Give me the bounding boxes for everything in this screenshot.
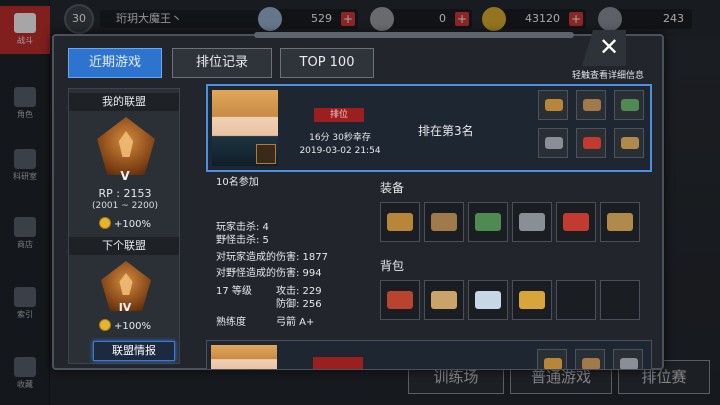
bonus-value: +100% [114,321,151,332]
laptop-icon [614,90,644,120]
modal-handle [254,32,574,38]
character-avatar [212,90,278,166]
crossbow-icon [538,90,568,120]
alliance-panel: 我的联盟 V RP : 2153 (2001 ~ 2200) +100% 下个联… [68,88,180,364]
mode-badge [313,357,363,369]
match-history-modal: 近期游戏 排位记录 TOP 100 轻触查看详细信息 我的联盟 V RP : 2… [52,32,664,370]
tab-rank-record[interactable]: 排位记录 [172,48,272,78]
red-gloves-icon[interactable] [556,202,596,242]
next-alliance-bonus: +100% [69,319,181,332]
fish-icon[interactable] [424,280,464,320]
empty-slot[interactable] [556,280,596,320]
game-screen: 战斗 角色 科研室 商店 索引 收藏 30 珩玥大魔王丶 529 + 0 + 4… [0,0,720,405]
tab-top-100[interactable]: TOP 100 [280,48,374,78]
backpack-title: 背包 [380,259,405,273]
empty-slot[interactable] [600,280,640,320]
survival-time: 16分 30秒幸存 [309,133,371,143]
crossbow-icon [537,349,567,369]
boots-icon [575,349,605,369]
defense-stat: 防御: 256 [276,299,322,310]
match-rank: 排在第3名 [418,124,474,138]
match-card[interactable]: 排位 16分 30秒幸存 2019-03-02 21:54 排在第3名 [206,84,652,172]
box-icon[interactable] [600,202,640,242]
flame-icon [119,273,133,295]
player-damage: 对玩家造成的伤害: 1877 [216,252,328,263]
flame-icon [118,131,134,157]
boots-icon [576,90,606,120]
coin-icon [99,217,112,229]
participants-count: 10名参加 [216,177,259,188]
match-date: 2019-03-02 21:54 [299,146,381,156]
coin-icon [99,319,112,331]
match-card[interactable] [206,340,652,370]
proficiency-value: 弓箭 A+ [276,317,315,328]
knife-icon[interactable] [512,202,552,242]
red-gloves-icon [576,128,606,158]
bonus-value: +100% [114,219,151,230]
rp-value: RP : 2153 [98,187,152,200]
water-icon[interactable] [468,280,508,320]
box-icon [614,128,644,158]
knife-icon [613,349,643,369]
alliance-info-button[interactable]: 联盟情报 [93,341,175,361]
proficiency-label: 熟练度 [216,317,246,328]
character-level: 17 等级 [216,286,252,297]
character-avatar [211,345,277,369]
mode-badge: 排位 [314,108,364,122]
laptop-icon[interactable] [468,202,508,242]
equipment-title: 装备 [380,181,405,195]
next-alliance-title: 下个联盟 [69,237,179,255]
tab-recent-games[interactable]: 近期游戏 [68,48,162,78]
monster-kills: 野怪击杀: 5 [216,235,269,246]
next-alliance-rank: IV [118,301,132,314]
alliance-bonus: +100% [69,217,181,230]
crossbow-icon[interactable] [380,202,420,242]
alliance-rank: V [120,169,130,183]
knife-icon [538,128,568,158]
rp-range: (2001 ~ 2200) [91,201,159,211]
weapon-icon [256,144,276,164]
my-alliance-title: 我的联盟 [69,93,179,111]
alliance-badge [97,117,155,175]
monster-damage: 对野怪造成的伤害: 994 [216,268,322,279]
bowl-icon[interactable] [512,280,552,320]
tap-hint: 轻触查看详细信息 [572,71,645,81]
boots-icon[interactable] [424,202,464,242]
meat-icon[interactable] [380,280,420,320]
